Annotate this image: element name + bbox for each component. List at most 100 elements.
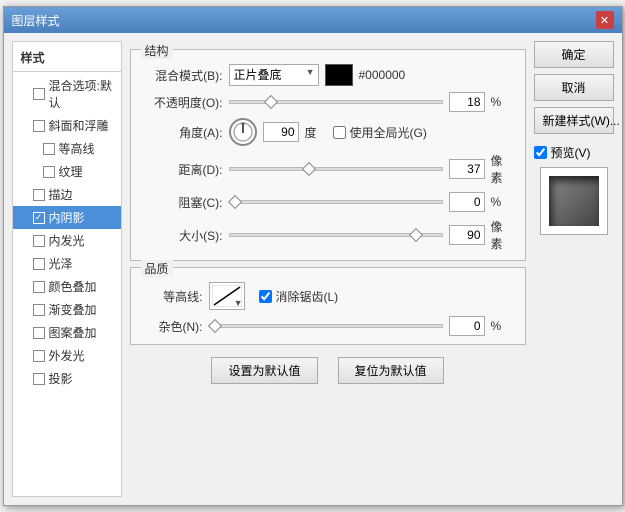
main-content: 结构 混合模式(B): 正片叠底 #000000 不透明度(O): xyxy=(130,41,526,497)
choke-slider[interactable] xyxy=(229,200,443,204)
title-bar: 图层样式 ✕ xyxy=(4,7,622,33)
set-default-button[interactable]: 设置为默认值 xyxy=(211,357,317,384)
sidebar-label-texture: 纹理 xyxy=(59,163,83,180)
cancel-button[interactable]: 取消 xyxy=(534,74,614,101)
sidebar-label-inner-shadow: 内阴影 xyxy=(49,209,85,226)
distance-unit: 像素 xyxy=(491,152,513,186)
sidebar-item-satin[interactable]: 光泽 xyxy=(13,252,121,275)
sidebar-check-color-overlay[interactable] xyxy=(33,281,45,293)
size-input[interactable] xyxy=(449,225,485,245)
noise-unit: % xyxy=(491,319,513,333)
sidebar-label-blending: 混合选项:默认 xyxy=(49,77,113,111)
structure-panel: 结构 混合模式(B): 正片叠底 #000000 不透明度(O): xyxy=(130,49,526,261)
anti-alias-text: 消除锯齿(L) xyxy=(276,288,339,305)
sidebar-item-inner-shadow[interactable]: 内阴影 xyxy=(13,206,121,229)
sidebar-item-stroke[interactable]: 描边 xyxy=(13,183,121,206)
sidebar-label-gradient-overlay: 渐变叠加 xyxy=(49,301,97,318)
sidebar-check-blending[interactable] xyxy=(33,88,45,100)
size-slider-wrapper xyxy=(229,233,443,237)
sidebar-check-stroke[interactable] xyxy=(33,189,45,201)
distance-slider-wrapper xyxy=(229,167,443,171)
new-style-button[interactable]: 新建样式(W)... xyxy=(534,107,614,134)
sidebar-item-contour[interactable]: 等高线 xyxy=(13,137,121,160)
sidebar-check-gradient-overlay[interactable] xyxy=(33,304,45,316)
blend-mode-label: 混合模式(B): xyxy=(143,67,223,84)
sidebar-section-title: 样式 xyxy=(13,46,121,69)
sidebar: 样式 混合选项:默认 斜面和浮雕 等高线 纹理 xyxy=(12,41,122,497)
sidebar-check-bevel[interactable] xyxy=(33,120,45,132)
size-label: 大小(S): xyxy=(143,227,223,244)
angle-row: 角度(A): 度 使用全局光(G) xyxy=(143,118,513,146)
contour-curve-picker[interactable]: ▼ xyxy=(209,282,245,310)
sidebar-check-drop-shadow[interactable] xyxy=(33,373,45,385)
sidebar-label-color-overlay: 颜色叠加 xyxy=(49,278,97,295)
opacity-row: 不透明度(O): % xyxy=(143,92,513,112)
blend-mode-select[interactable]: 正片叠底 xyxy=(229,64,319,86)
angle-unit: 度 xyxy=(305,124,327,141)
size-unit: 像素 xyxy=(491,218,513,252)
choke-unit: % xyxy=(491,195,513,209)
reset-default-button[interactable]: 复位为默认值 xyxy=(338,357,444,384)
sidebar-label-contour: 等高线 xyxy=(59,140,95,157)
quality-panel-title: 品质 xyxy=(141,260,173,277)
sidebar-item-outer-glow[interactable]: 外发光 xyxy=(13,344,121,367)
global-light-text: 使用全局光(G) xyxy=(350,124,427,141)
preview-box xyxy=(540,167,608,235)
sidebar-check-outer-glow[interactable] xyxy=(33,350,45,362)
blend-mode-hex: #000000 xyxy=(359,68,406,82)
sidebar-label-inner-glow: 内发光 xyxy=(49,232,85,249)
noise-slider-wrapper xyxy=(209,324,443,328)
sidebar-item-texture[interactable]: 纹理 xyxy=(13,160,121,183)
ok-button[interactable]: 确定 xyxy=(534,41,614,68)
sidebar-check-contour[interactable] xyxy=(43,143,55,155)
distance-label: 距离(D): xyxy=(143,161,223,178)
structure-panel-title: 结构 xyxy=(141,42,173,59)
quality-panel: 品质 等高线: ▼ 消除锯齿(L) xyxy=(130,267,526,345)
sidebar-check-inner-shadow[interactable] xyxy=(33,212,45,224)
choke-slider-wrapper xyxy=(229,200,443,204)
sidebar-check-texture[interactable] xyxy=(43,166,55,178)
preview-inner xyxy=(549,176,599,226)
noise-row: 杂色(N): % xyxy=(143,316,513,336)
sidebar-item-drop-shadow[interactable]: 投影 xyxy=(13,367,121,390)
distance-input[interactable] xyxy=(449,159,485,179)
sidebar-item-pattern-overlay[interactable]: 图案叠加 xyxy=(13,321,121,344)
preview-label: 预览(V) xyxy=(551,144,591,161)
sidebar-item-inner-glow[interactable]: 内发光 xyxy=(13,229,121,252)
anti-alias-checkbox[interactable] xyxy=(259,290,272,303)
global-light-label[interactable]: 使用全局光(G) xyxy=(333,124,427,141)
angle-dial[interactable] xyxy=(229,118,257,146)
sidebar-item-color-overlay[interactable]: 颜色叠加 xyxy=(13,275,121,298)
blend-mode-color-swatch[interactable] xyxy=(325,64,353,86)
sidebar-check-pattern-overlay[interactable] xyxy=(33,327,45,339)
sidebar-item-bevel[interactable]: 斜面和浮雕 xyxy=(13,114,121,137)
sidebar-check-satin[interactable] xyxy=(33,258,45,270)
opacity-slider-wrapper xyxy=(229,100,443,104)
opacity-input[interactable] xyxy=(449,92,485,112)
sidebar-label-stroke: 描边 xyxy=(49,186,73,203)
sidebar-check-inner-glow[interactable] xyxy=(33,235,45,247)
right-panel: 确定 取消 新建样式(W)... 预览(V) xyxy=(534,41,614,497)
opacity-label: 不透明度(O): xyxy=(143,94,223,111)
opacity-unit: % xyxy=(491,95,513,109)
noise-slider[interactable] xyxy=(209,324,443,328)
preview-checkbox[interactable] xyxy=(534,146,547,159)
anti-alias-label[interactable]: 消除锯齿(L) xyxy=(259,288,339,305)
dialog-layer-style: 图层样式 ✕ 样式 混合选项:默认 斜面和浮雕 等高线 xyxy=(3,6,623,506)
distance-slider[interactable] xyxy=(229,167,443,171)
angle-input[interactable] xyxy=(263,122,299,142)
sidebar-label-pattern-overlay: 图案叠加 xyxy=(49,324,97,341)
global-light-checkbox[interactable] xyxy=(333,126,346,139)
dialog-title: 图层样式 xyxy=(12,12,60,29)
angle-label: 角度(A): xyxy=(143,124,223,141)
close-button[interactable]: ✕ xyxy=(596,11,614,29)
opacity-slider[interactable] xyxy=(229,100,443,104)
sidebar-item-gradient-overlay[interactable]: 渐变叠加 xyxy=(13,298,121,321)
blend-mode-select-wrapper[interactable]: 正片叠底 xyxy=(229,64,319,86)
size-slider[interactable] xyxy=(229,233,443,237)
choke-input[interactable] xyxy=(449,192,485,212)
contour-row: 等高线: ▼ 消除锯齿(L) xyxy=(143,282,513,310)
sidebar-item-blending[interactable]: 混合选项:默认 xyxy=(13,74,121,114)
noise-input[interactable] xyxy=(449,316,485,336)
sidebar-label-drop-shadow: 投影 xyxy=(49,370,73,387)
